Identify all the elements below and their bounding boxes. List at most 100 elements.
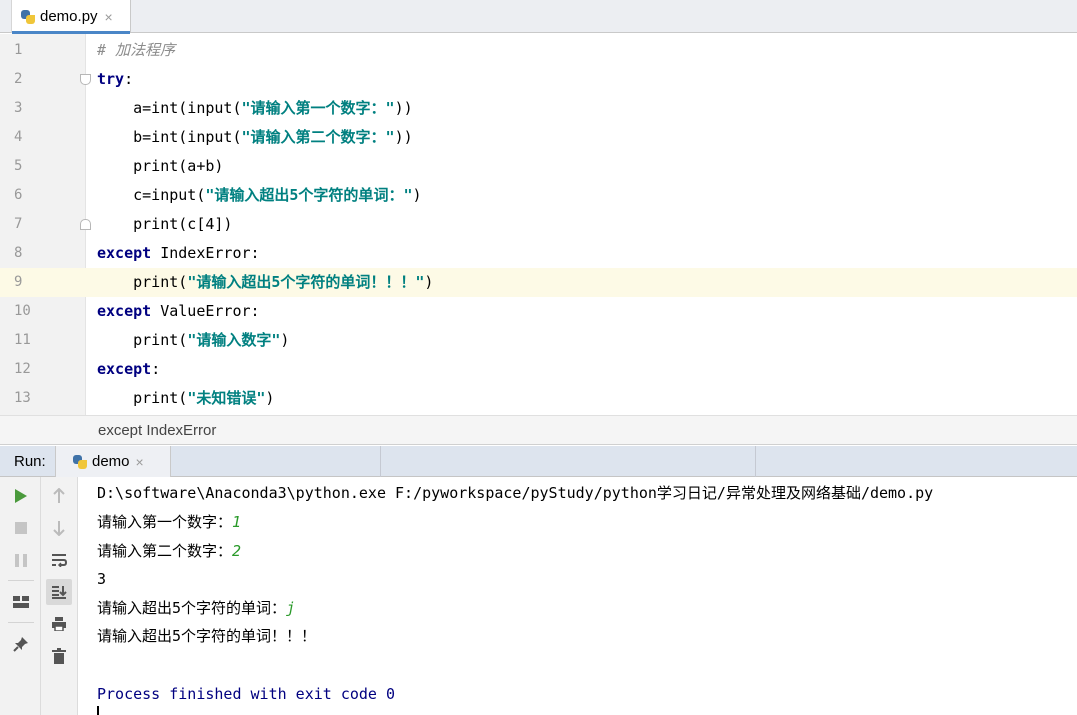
code-line[interactable]: 5 print(a+b) [0,152,1077,181]
console-prompt: 请输入第二个数字： [97,542,233,560]
trash-icon[interactable] [46,643,72,669]
string-literal: "请输入超出5个字符的单词！！！" [187,273,425,291]
run-tab-label: demo [92,453,130,470]
line-number: 1 [14,42,23,58]
code-text: ) [412,186,422,204]
stop-icon[interactable] [8,515,34,541]
scroll-to-end-icon[interactable] [46,579,72,605]
code-text: ) [265,389,275,407]
close-icon[interactable]: × [105,9,113,25]
code-editor[interactable]: 1 # 加法程序 2 try: 3 a=int(input("请输入第一个数字：… [0,34,1077,415]
python-run-icon [72,454,88,470]
string-literal: "请输入第一个数字：" [241,99,395,117]
console-line: 请输入超出5个字符的单词：j [97,594,295,623]
code-text: print(c[4]) [97,215,233,233]
run-tool-window-header: Run: demo × [0,446,1077,477]
console-line: 请输入第一个数字：1 [97,508,241,537]
string-literal: "请输入超出5个字符的单词：" [205,186,413,204]
keyword: except [97,360,152,378]
code-text: a=int(input( [97,99,242,117]
code-text: print( [97,389,188,407]
editor-tab-bar: demo.py × [0,0,1077,34]
run-tab-demo[interactable]: demo × [55,446,171,477]
code-text: print(a+b) [97,157,224,175]
code-line[interactable]: 12 except: [0,355,1077,384]
line-number: 11 [14,332,31,348]
toolbar-divider [8,580,34,581]
code-line[interactable]: 7 print(c[4]) [0,210,1077,239]
code-line[interactable]: 1 # 加法程序 [0,36,1077,65]
editor-tab-label: demo.py [40,8,98,25]
fold-end-icon[interactable] [80,219,91,230]
line-number: 3 [14,100,23,116]
soft-wrap-icon[interactable] [46,547,72,573]
line-number: 12 [14,361,31,377]
console-user-input: 2 [232,542,242,560]
editor-tab-demo-py[interactable]: demo.py × [11,0,131,34]
rerun-icon[interactable] [8,483,34,509]
console-exit-message: Process finished with exit code 0 [97,685,396,703]
layout-icon[interactable] [8,589,34,615]
console-line: 请输入第二个数字：2 [97,537,241,566]
fold-toggle-icon[interactable] [80,74,91,85]
breadcrumb-item[interactable]: except IndexError [98,416,216,446]
code-line[interactable]: 6 c=input("请输入超出5个字符的单词：") [0,181,1077,210]
print-icon[interactable] [46,611,72,637]
code-text: : [151,360,161,378]
code-line[interactable]: 10 except ValueError: [0,297,1077,326]
code-text: IndexError: [151,244,260,262]
code-text: print( [97,331,188,349]
down-arrow-icon[interactable] [46,515,72,541]
python-file-icon [20,9,36,25]
line-number: 2 [14,71,23,87]
code-line[interactable]: 4 b=int(input("请输入第二个数字：")) [0,123,1077,152]
code-text: print( [97,273,188,291]
code-text: ) [424,273,434,291]
string-literal: "请输入数字" [187,331,281,349]
keyword: try [97,70,125,88]
code-text: )) [394,128,413,146]
toolbar-divider [755,446,756,477]
console-user-input: 1 [232,513,242,531]
up-arrow-icon[interactable] [46,483,72,509]
run-toolbar-primary [0,477,41,715]
line-number: 9 [0,268,86,297]
console-command-line: D:\software\Anaconda3\python.exe F:/pywo… [97,484,934,502]
comment: # 加法程序 [97,41,176,59]
code-line[interactable]: 13 print("未知错误") [0,384,1077,413]
code-line[interactable]: 11 print("请输入数字") [0,326,1077,355]
keyword: except [97,244,152,262]
string-literal: "请输入第二个数字：" [241,128,395,146]
keyword: except [97,302,152,320]
line-number: 4 [14,129,23,145]
toolbar-divider [380,446,381,477]
console-user-input: j [286,599,296,617]
breadcrumb[interactable]: except IndexError [0,415,1077,445]
line-number: 7 [14,216,23,232]
line-number: 5 [14,158,23,174]
code-text: ValueError: [151,302,260,320]
line-number: 13 [14,390,31,406]
code-text: : [124,70,134,88]
line-number: 6 [14,187,23,203]
toolbar-divider [8,622,34,623]
code-line[interactable]: 3 a=int(input("请输入第一个数字：")) [0,94,1077,123]
console-output-line: 请输入超出5个字符的单词！！！ [97,627,317,645]
line-number: 10 [14,303,31,319]
code-text: c=input( [97,186,206,204]
code-line[interactable]: 2 try: [0,65,1077,94]
code-line[interactable]: 8 except IndexError: [0,239,1077,268]
close-icon[interactable]: × [136,454,144,470]
console-prompt: 请输入超出5个字符的单词： [97,599,287,617]
console-output[interactable]: D:\software\Anaconda3\python.exe F:/pywo… [79,477,1077,715]
run-label: Run: [14,453,46,470]
run-toolbar-secondary [41,477,78,715]
console-prompt: 请输入第一个数字： [97,513,233,531]
code-text: ) [280,331,290,349]
code-line-current[interactable]: 9 print("请输入超出5个字符的单词！！！") [0,268,1077,297]
pause-icon[interactable] [8,547,34,573]
pin-icon[interactable] [8,631,34,657]
string-literal: "未知错误" [187,389,266,407]
text-caret [97,706,99,715]
line-number: 8 [14,245,23,261]
